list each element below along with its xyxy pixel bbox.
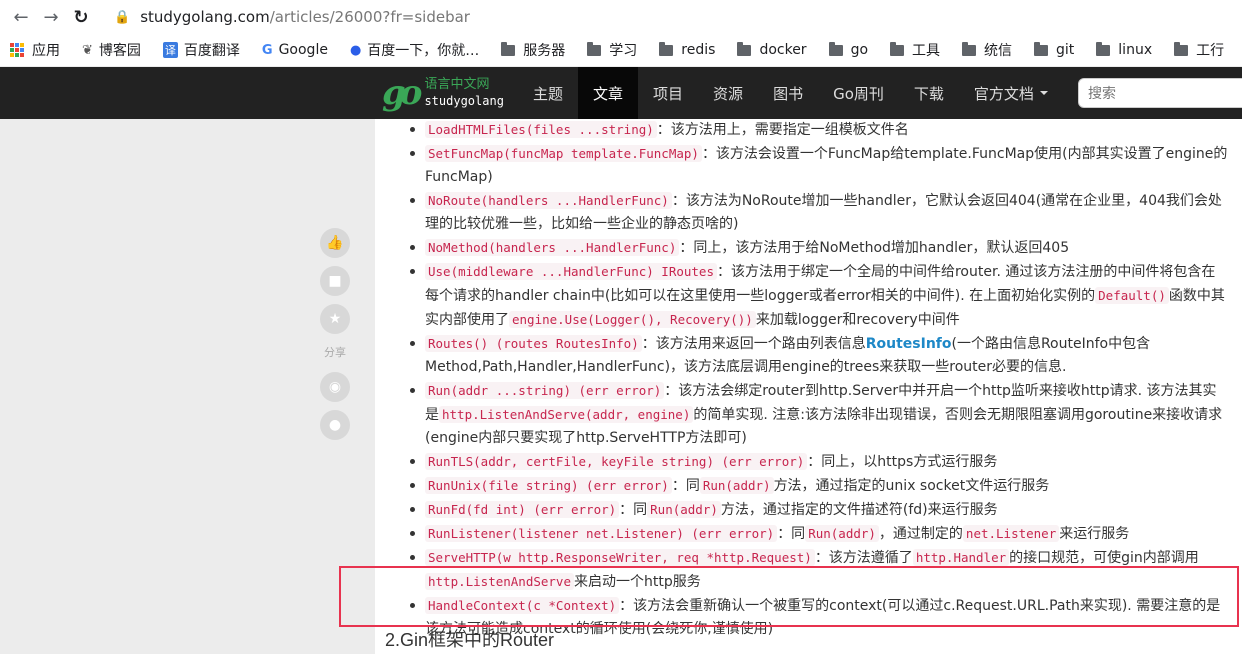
main-menu: 主题 文章 项目 资源 图书 Go周刊 下载 官方文档 xyxy=(518,67,1063,119)
bookmark-apps[interactable]: 应用 xyxy=(10,40,60,60)
forward-arrow-icon[interactable]: → xyxy=(36,2,66,32)
bookmark-folder-icbc[interactable]: 工行 xyxy=(1174,40,1224,60)
menu-books[interactable]: 图书 xyxy=(758,67,818,119)
address-bar[interactable]: 🔒 studygolang.com/articles/26000?fr=side… xyxy=(114,8,470,26)
go-logo-icon: go xyxy=(382,73,423,113)
bookmark-folder-study[interactable]: 学习 xyxy=(587,40,637,60)
folder-icon xyxy=(587,41,602,56)
folder-icon xyxy=(659,41,674,56)
list-item: LoadHTMLFiles(files ...string) ：该方法用上，需要指… xyxy=(375,118,1242,142)
reload-icon[interactable]: ↻ xyxy=(66,2,96,32)
weibo-icon[interactable]: ◉ xyxy=(320,372,350,402)
menu-topics[interactable]: 主题 xyxy=(518,67,578,119)
list-item: RunUnix(file string) (err error) ：同 Run(ad… xyxy=(375,474,1242,498)
menu-go-weekly[interactable]: Go周刊 xyxy=(818,67,899,119)
google-icon: G xyxy=(261,42,273,58)
menu-projects[interactable]: 项目 xyxy=(638,67,698,119)
list-item: NoMethod(handlers ...HandlerFunc) ：同上，该方法… xyxy=(375,236,1242,260)
folder-icon xyxy=(828,41,843,56)
method-signature: LoadHTMLFiles(files ...string) xyxy=(425,121,657,138)
list-item: RunListener(listener net.Listener) (err … xyxy=(375,522,1242,546)
cnblogs-icon: ❦ xyxy=(82,42,93,58)
list-item: Routes() (routes RoutesInfo) ：该方法用来返回一个路由… xyxy=(375,332,1242,379)
wechat-icon[interactable]: ● xyxy=(320,410,350,440)
translate-icon: 译 xyxy=(162,42,178,58)
caret-down-icon xyxy=(1039,91,1048,95)
bookmark-folder-docker[interactable]: docker xyxy=(737,41,807,58)
highlight-annotation-box xyxy=(339,566,1239,627)
menu-official-docs[interactable]: 官方文档 xyxy=(959,67,1063,119)
bookmark-baidu[interactable]: ● 百度一下，你就… xyxy=(350,40,479,60)
star-icon[interactable]: ★ xyxy=(320,304,350,334)
bookmark-cnblogs[interactable]: ❦ 博客园 xyxy=(82,40,141,60)
url-host: studygolang.com xyxy=(140,8,270,26)
search-input[interactable] xyxy=(1078,78,1242,108)
bookmark-baidu-translate[interactable]: 译 百度翻译 xyxy=(162,40,240,60)
folder-icon xyxy=(1096,41,1111,56)
bookmark-folder-linux[interactable]: linux xyxy=(1096,41,1152,58)
list-item: RunTLS(addr, certFile, keyFile string) (… xyxy=(375,450,1242,474)
back-arrow-icon[interactable]: ← xyxy=(6,2,36,32)
folder-icon xyxy=(737,41,752,56)
url-path: /articles/26000?fr=sidebar xyxy=(269,8,470,26)
folder-icon xyxy=(1034,41,1049,56)
list-item: RunFd(fd int) (err error) ：同 Run(addr) 方法，通… xyxy=(375,498,1242,522)
method-signature: Use(middleware ...HandlerFunc) IRoutes xyxy=(425,263,717,280)
bookmark-google[interactable]: G Google xyxy=(262,42,328,58)
list-item: SetFuncMap(funcMap template.FuncMap) ：该方法… xyxy=(375,142,1242,189)
apps-grid-icon xyxy=(10,43,24,57)
menu-articles[interactable]: 文章 xyxy=(578,67,639,119)
method-signature: NoRoute(handlers ...HandlerFunc) xyxy=(425,192,672,209)
bookmark-folder-git[interactable]: git xyxy=(1034,41,1074,58)
bookmark-folder-go[interactable]: go xyxy=(828,41,868,58)
method-signature: RunTLS(addr, certFile, keyFile string) (… xyxy=(425,453,808,470)
bookmarks-bar: 应用 ❦ 博客园 译 百度翻译 G Google ● 百度一下，你就… 服务器 … xyxy=(0,34,1242,66)
method-signature: RunFd(fd int) (err error) xyxy=(425,501,620,518)
folder-icon xyxy=(962,41,977,56)
bookmark-folder-tools[interactable]: 工具 xyxy=(890,40,940,60)
browser-toolbar: ← → ↻ 🔒 studygolang.com/articles/26000?f… xyxy=(0,0,1242,34)
method-signature: NoMethod(handlers ...HandlerFunc) xyxy=(425,239,680,256)
bookmark-folder-uos[interactable]: 统信 xyxy=(962,40,1012,60)
folder-icon xyxy=(890,41,905,56)
bookmark-folder-server[interactable]: 服务器 xyxy=(501,40,565,60)
method-signature: RunUnix(file string) (err error) xyxy=(425,477,672,494)
method-signature: Routes() (routes RoutesInfo) xyxy=(425,335,642,352)
list-item: NoRoute(handlers ...HandlerFunc) ：该方法为NoR… xyxy=(375,189,1242,236)
list-item: Run(addr ...string) (err error) ：该方法会绑定ro… xyxy=(375,379,1242,450)
folder-icon xyxy=(1174,41,1189,56)
method-signature: ServeHTTP(w http.ResponseWriter, req *ht… xyxy=(425,549,815,566)
logo-en-text: studygolang xyxy=(424,94,504,108)
list-item: Use(middleware ...HandlerFunc) IRoutes ：该… xyxy=(375,260,1242,332)
routesinfo-link[interactable]: RoutesInfo xyxy=(866,336,952,352)
method-signature: SetFuncMap(funcMap template.FuncMap) xyxy=(425,145,702,162)
lock-icon: 🔒 xyxy=(114,9,131,25)
menu-download[interactable]: 下载 xyxy=(899,67,959,119)
site-logo[interactable]: go 语言中文网 studygolang xyxy=(382,70,504,116)
comment-icon[interactable]: ■ xyxy=(320,266,350,296)
folder-icon xyxy=(501,41,516,56)
section-title: 2.Gin框架中的Router xyxy=(385,630,555,650)
method-signature: RunListener(listener net.Listener) (err … xyxy=(425,525,778,542)
bookmark-folder-redis[interactable]: redis xyxy=(659,41,715,58)
side-share-tools: 👍 ■ ★ 分享 ◉ ● xyxy=(320,228,350,448)
method-list: LoadHTMLFiles(files ...string) ：该方法用上，需要指… xyxy=(375,118,1242,641)
baidu-paw-icon: ● xyxy=(349,42,362,58)
share-label: 分享 xyxy=(324,346,346,359)
logo-cn-text: 语言中文网 xyxy=(424,77,490,92)
thumbs-up-icon[interactable]: 👍 xyxy=(320,228,350,258)
menu-resources[interactable]: 资源 xyxy=(698,67,758,119)
method-signature: Run(addr ...string) (err error) xyxy=(425,382,665,399)
